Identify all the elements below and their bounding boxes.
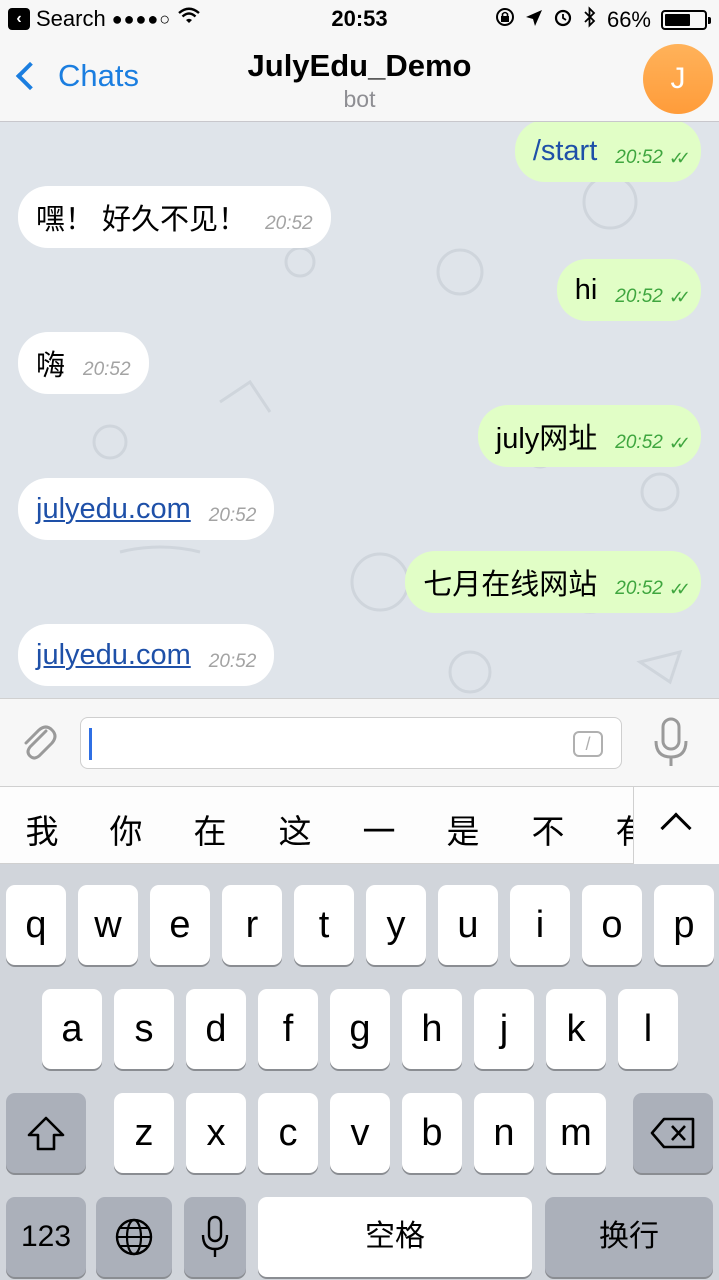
battery-icon — [661, 10, 711, 30]
message-outgoing[interactable]: july网址 20:52 ✓✓ — [477, 405, 701, 467]
backspace-key[interactable] — [633, 1093, 713, 1173]
key-n[interactable]: n — [474, 1093, 534, 1173]
candidate-word[interactable]: 在 — [180, 805, 240, 853]
key-k[interactable]: k — [546, 989, 606, 1069]
candidate-word[interactable]: 你 — [96, 805, 156, 853]
key-m[interactable]: m — [546, 1093, 606, 1173]
message-command-text[interactable]: /start — [533, 135, 597, 168]
key-t[interactable]: t — [294, 885, 354, 965]
key-v[interactable]: v — [330, 1093, 390, 1173]
candidate-word[interactable]: 是 — [433, 805, 493, 853]
key-q[interactable]: q — [6, 885, 66, 965]
message-outgoing[interactable]: 七月在线网站 20:52 ✓✓ — [405, 551, 701, 613]
message-outgoing[interactable]: /start 20:52 ✓✓ — [514, 122, 701, 182]
key-e[interactable]: e — [150, 885, 210, 965]
message-time: 20:52 — [208, 651, 257, 672]
key-o[interactable]: o — [582, 885, 642, 965]
key-h[interactable]: h — [402, 989, 462, 1069]
paperclip-icon[interactable] — [18, 721, 58, 765]
key-c[interactable]: c — [258, 1093, 318, 1173]
key-r[interactable]: r — [222, 885, 282, 965]
microphone-icon[interactable] — [653, 717, 689, 769]
chat-header: Chats JulyEdu_Demo bot J — [0, 40, 719, 122]
message-time: 20:52 — [615, 147, 663, 168]
message-outgoing[interactable]: hi 20:52 ✓✓ — [556, 259, 701, 321]
candidate-word[interactable]: 我 — [12, 805, 72, 853]
status-bar: ‹ Search ●●●●○ 20:53 66% — [0, 0, 719, 40]
alarm-icon — [553, 7, 573, 33]
message-time: 20:52 — [615, 432, 663, 453]
bot-command-button[interactable]: / — [573, 731, 603, 757]
key-u[interactable]: u — [438, 885, 498, 965]
message-time: 20:52 — [83, 359, 131, 380]
shift-key[interactable] — [6, 1093, 86, 1173]
expand-candidates-button[interactable] — [633, 787, 719, 865]
key-b[interactable]: b — [402, 1093, 462, 1173]
message-time: 20:52 — [265, 213, 313, 234]
message-time: 20:52 — [615, 578, 663, 599]
globe-icon — [115, 1218, 153, 1256]
message-input[interactable]: / — [80, 717, 622, 769]
candidate-word[interactable]: 不 — [518, 805, 578, 853]
message-text: hi — [574, 273, 598, 306]
message-time: 20:52 — [208, 505, 257, 526]
message-link[interactable]: julyedu.com — [36, 493, 191, 526]
key-i[interactable]: i — [510, 885, 570, 965]
globe-key[interactable] — [96, 1197, 172, 1277]
read-ticks-icon: ✓✓ — [668, 578, 691, 599]
chevron-up-icon — [660, 812, 692, 844]
key-p[interactable]: p — [654, 885, 714, 965]
key-s[interactable]: s — [114, 989, 174, 1069]
microphone-icon — [201, 1215, 229, 1257]
message-time: 20:52 — [615, 286, 663, 307]
message-input-bar: / — [0, 698, 719, 786]
location-icon — [525, 7, 543, 33]
chat-title[interactable]: JulyEdu_Demo — [0, 48, 719, 84]
message-text: 嘿！ 好久不见！ — [36, 204, 248, 236]
message-text: 七月在线网站 — [423, 569, 598, 601]
read-ticks-icon: ✓✓ — [668, 432, 691, 453]
message-text: july网址 — [495, 423, 598, 455]
shift-arrow-icon — [27, 1116, 65, 1151]
chat-subtitle: bot — [343, 86, 376, 112]
message-text: 嗨 — [36, 350, 66, 382]
return-key[interactable]: 换行 — [545, 1197, 713, 1277]
message-incoming[interactable]: julyedu.com 20:52 — [18, 624, 275, 686]
key-z[interactable]: z — [114, 1093, 174, 1173]
rotation-lock-icon — [495, 7, 515, 33]
read-ticks-icon: ✓✓ — [668, 147, 691, 168]
text-caret — [89, 728, 92, 760]
message-incoming[interactable]: julyedu.com 20:52 — [18, 478, 275, 540]
key-d[interactable]: d — [186, 989, 246, 1069]
message-list[interactable]: /start 20:52 ✓✓ 嘿！ 好久不见！ 20:52 hi 20:52 … — [0, 122, 719, 698]
candidate-word[interactable]: 这 — [265, 805, 325, 853]
key-l[interactable]: l — [618, 989, 678, 1069]
key-f[interactable]: f — [258, 989, 318, 1069]
key-a[interactable]: a — [42, 989, 102, 1069]
key-g[interactable]: g — [330, 989, 390, 1069]
message-incoming[interactable]: 嗨 20:52 — [18, 332, 149, 394]
candidate-bar: 我 你 在 这 一 是 不 有 — [0, 786, 719, 865]
key-w[interactable]: w — [78, 885, 138, 965]
key-x[interactable]: x — [186, 1093, 246, 1173]
dictation-key[interactable] — [184, 1197, 246, 1277]
candidate-word[interactable]: 一 — [349, 805, 409, 853]
message-incoming[interactable]: 嘿！ 好久不见！ 20:52 — [18, 186, 331, 248]
battery-level-fill — [665, 14, 691, 26]
key-y[interactable]: y — [366, 885, 426, 965]
key-j[interactable]: j — [474, 989, 534, 1069]
numbers-key[interactable]: 123 — [6, 1197, 86, 1277]
keyboard: q w e r t y u i o p a s d f g h j k l z … — [0, 864, 719, 1280]
read-ticks-icon: ✓✓ — [668, 286, 691, 307]
message-link[interactable]: julyedu.com — [36, 639, 191, 672]
space-key[interactable]: 空格 — [258, 1197, 532, 1277]
status-right: 66% — [495, 6, 711, 34]
battery-percent: 66% — [606, 7, 651, 32]
bot-avatar[interactable]: J — [643, 44, 713, 114]
bluetooth-icon — [583, 6, 597, 34]
backspace-icon — [650, 1117, 695, 1149]
